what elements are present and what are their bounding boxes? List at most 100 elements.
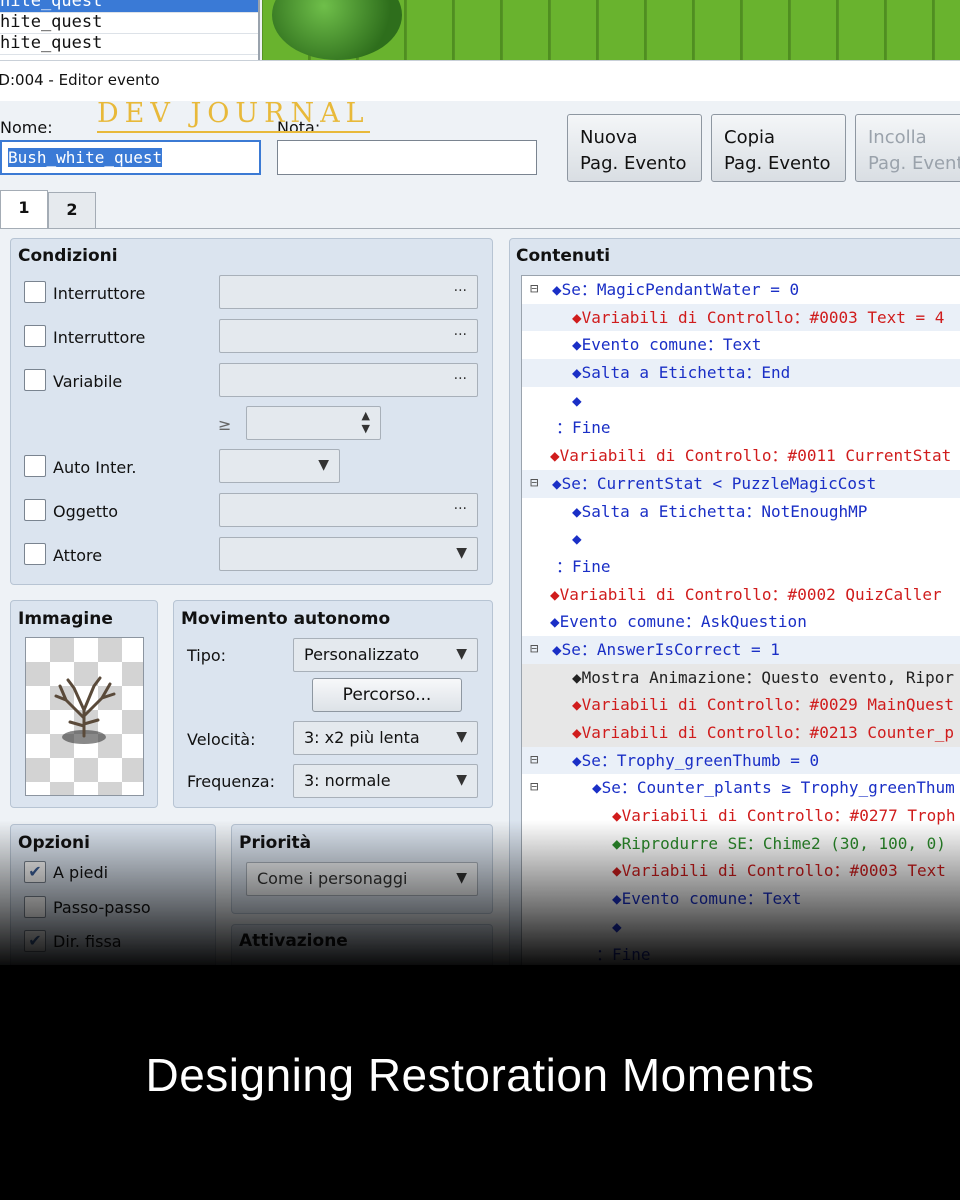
tab-page-1[interactable]: 1 bbox=[0, 190, 48, 228]
self-switch-label: Auto Inter. bbox=[53, 458, 137, 477]
name-label: Nome: bbox=[0, 118, 53, 137]
copy-page-button[interactable]: Copia Pag. Evento bbox=[711, 114, 846, 182]
step-anim-checkbox[interactable] bbox=[24, 896, 46, 918]
move-speed-label: Velocità: bbox=[187, 730, 256, 749]
command-row[interactable]: ◆Variabili di Controllo：#0213 Counter_p bbox=[522, 719, 960, 747]
command-text: ◆Se：Counter_plants ≥ Trophy_greenThum bbox=[592, 778, 955, 798]
paste-page-button[interactable]: Incolla Pag. Evento bbox=[855, 114, 960, 182]
variable-label: Variabile bbox=[53, 372, 123, 391]
item-checkbox[interactable] bbox=[24, 499, 46, 521]
variable-checkbox[interactable] bbox=[24, 369, 46, 391]
copy-page-button-line2: Pag. Evento bbox=[724, 153, 831, 174]
command-row[interactable]: ◆Salta a Etichetta：End bbox=[522, 359, 960, 387]
spinner-arrows-icon[interactable]: ▲ ▼ bbox=[362, 409, 370, 435]
movement-title: Movimento autonomo bbox=[181, 609, 391, 629]
command-row[interactable]: ⊟ ◆Se：Counter_plants ≥ Trophy_greenThum bbox=[522, 774, 960, 802]
collapse-toggle-icon[interactable]: ⊟ bbox=[530, 774, 538, 802]
command-row[interactable]: ◆Variabili di Controllo：#0003 Text = 4 bbox=[522, 303, 960, 332]
command-row[interactable]: ◆Variabili di Controllo：#0011 CurrentSta… bbox=[522, 442, 960, 470]
tab-page-2[interactable]: 2 bbox=[48, 192, 96, 228]
item-select[interactable]: ··· bbox=[219, 493, 478, 527]
switch1-checkbox[interactable] bbox=[24, 281, 46, 303]
event-command-list[interactable]: ⊟ ◆Se：MagicPendantWater = 0 ◆Variabili di … bbox=[521, 275, 960, 965]
command-row[interactable]: ◆Variabili di Controllo：#0029 MainQuest bbox=[522, 691, 960, 719]
event-list-item[interactable]: hite_quest bbox=[0, 34, 258, 55]
command-row[interactable]: ◆Salta a Etichetta：NotEnoughMP bbox=[522, 498, 960, 526]
ge-symbol: ≥ bbox=[218, 415, 232, 434]
event-list-item[interactable]: hite_quest bbox=[0, 13, 258, 34]
command-text: ◆Salta a Etichetta：End bbox=[572, 363, 791, 383]
command-row[interactable]: ◆Evento comune：Text bbox=[522, 885, 960, 913]
command-row[interactable]: ◆ bbox=[522, 525, 960, 553]
command-row[interactable]: ◆Mostra Animazione：Questo evento, Ripor bbox=[522, 663, 960, 692]
command-row[interactable]: ◆Variabili di Controllo：#0277 Troph bbox=[522, 802, 960, 830]
actor-label: Attore bbox=[53, 546, 103, 565]
event-graphic-preview[interactable] bbox=[25, 637, 144, 796]
actor-checkbox[interactable] bbox=[24, 543, 46, 565]
switch1-select[interactable]: ··· bbox=[219, 275, 478, 309]
move-type-select[interactable]: Personalizzato ▼ bbox=[293, 638, 478, 672]
command-text: ◆Evento comune：Text bbox=[612, 889, 802, 909]
name-field-value: Bush_white_quest bbox=[8, 148, 163, 167]
switch2-select[interactable]: ··· bbox=[219, 319, 478, 353]
move-freq-select[interactable]: 3: normale ▼ bbox=[293, 764, 478, 798]
tab-divider bbox=[0, 228, 960, 229]
command-row[interactable]: ◆Variabili di Controllo：#0002 QuizCaller bbox=[522, 581, 960, 609]
command-row[interactable]: ⊟ ◆Se：AnswerIsCorrect = 1 bbox=[522, 635, 960, 664]
command-text: ◆Evento comune：AskQuestion bbox=[550, 612, 807, 632]
self-switch-checkbox[interactable] bbox=[24, 455, 46, 477]
command-row[interactable]: ◆Riprodurre SE：Chime2 (30, 100, 0) bbox=[522, 830, 960, 858]
command-text: ◆Salta a Etichetta：NotEnoughMP bbox=[572, 501, 868, 521]
collapse-toggle-icon[interactable]: ⊟ bbox=[530, 470, 538, 498]
command-text: ◆Variabili di Controllo：#0011 CurrentSta… bbox=[550, 446, 952, 466]
priority-select[interactable]: Come i personaggi ▼ bbox=[246, 862, 478, 896]
move-speed-value: 3: x2 più lenta bbox=[304, 728, 420, 747]
command-row[interactable]: ◆ bbox=[522, 387, 960, 415]
new-page-button[interactable]: Nuova Pag. Evento bbox=[567, 114, 702, 182]
chevron-down-icon: ▼ bbox=[318, 457, 329, 473]
command-text: ◆Variabili di Controllo：#0003 Text bbox=[612, 861, 946, 881]
command-row[interactable]: ⊟ ◆Se：MagicPendantWater = 0 bbox=[522, 276, 960, 304]
command-text: ◆ bbox=[572, 529, 582, 549]
command-row[interactable]: ⊟ ◆Se：CurrentStat < PuzzleMagicCost bbox=[522, 469, 960, 498]
command-row[interactable]: ：Fine bbox=[522, 553, 960, 581]
command-row[interactable]: ⊟ ◆Se：Trophy_greenThumb = 0 bbox=[522, 746, 960, 775]
command-row[interactable]: ：Fine bbox=[522, 414, 960, 442]
actor-select[interactable]: ▼ bbox=[219, 537, 478, 571]
command-text: ◆Variabili di Controllo：#0213 Counter_p bbox=[572, 723, 955, 742]
collapse-toggle-icon[interactable]: ⊟ bbox=[530, 636, 538, 664]
ellipsis-icon: ··· bbox=[453, 283, 467, 299]
move-speed-select[interactable]: 3: x2 più lenta ▼ bbox=[293, 721, 478, 755]
switch2-checkbox[interactable] bbox=[24, 325, 46, 347]
map-preview[interactable] bbox=[262, 0, 960, 60]
collapse-toggle-icon[interactable]: ⊟ bbox=[530, 747, 538, 775]
command-text: ◆Variabili di Controllo：#0002 QuizCaller bbox=[550, 584, 942, 604]
name-field[interactable]: Bush_white_quest bbox=[0, 140, 261, 175]
contents-title: Contenuti bbox=[516, 246, 611, 266]
command-text: ◆ bbox=[612, 916, 622, 936]
command-row[interactable]: ◆Evento comune：AskQuestion bbox=[522, 608, 960, 636]
walk-anim-checkbox[interactable]: ✔ bbox=[24, 861, 46, 883]
caption: Designing Restoration Moments bbox=[145, 1049, 815, 1101]
chevron-down-icon: ▼ bbox=[456, 646, 467, 662]
collapse-toggle-icon[interactable]: ⊟ bbox=[530, 276, 538, 304]
item-label: Oggetto bbox=[53, 502, 119, 521]
priority-title: Priorità bbox=[239, 833, 312, 853]
command-text: ◆Se：AnswerIsCorrect = 1 bbox=[552, 639, 780, 659]
variable-select[interactable]: ··· bbox=[219, 363, 478, 397]
ellipsis-icon: ··· bbox=[453, 371, 467, 387]
window-titlebar: ID:004 - Editor evento bbox=[0, 60, 960, 101]
image-title: Immagine bbox=[18, 609, 113, 629]
chevron-down-icon: ▼ bbox=[456, 870, 467, 886]
command-row[interactable]: ◆Evento comune：Text bbox=[522, 331, 960, 359]
event-list[interactable]: hite_quest hite_quest hite_quest bbox=[0, 0, 260, 60]
note-field[interactable] bbox=[277, 140, 537, 175]
self-switch-select[interactable]: ▼ bbox=[219, 449, 340, 483]
route-button[interactable]: Percorso... bbox=[312, 678, 462, 712]
ellipsis-icon: ··· bbox=[453, 327, 467, 343]
variable-value-spinner[interactable]: ▲ ▼ bbox=[246, 406, 381, 440]
command-row[interactable]: ：Fine bbox=[522, 941, 960, 966]
command-row[interactable]: ◆Variabili di Controllo：#0003 Text bbox=[522, 857, 960, 885]
command-row[interactable]: ◆ bbox=[522, 913, 960, 941]
dir-fix-checkbox[interactable]: ✔ bbox=[24, 930, 46, 952]
